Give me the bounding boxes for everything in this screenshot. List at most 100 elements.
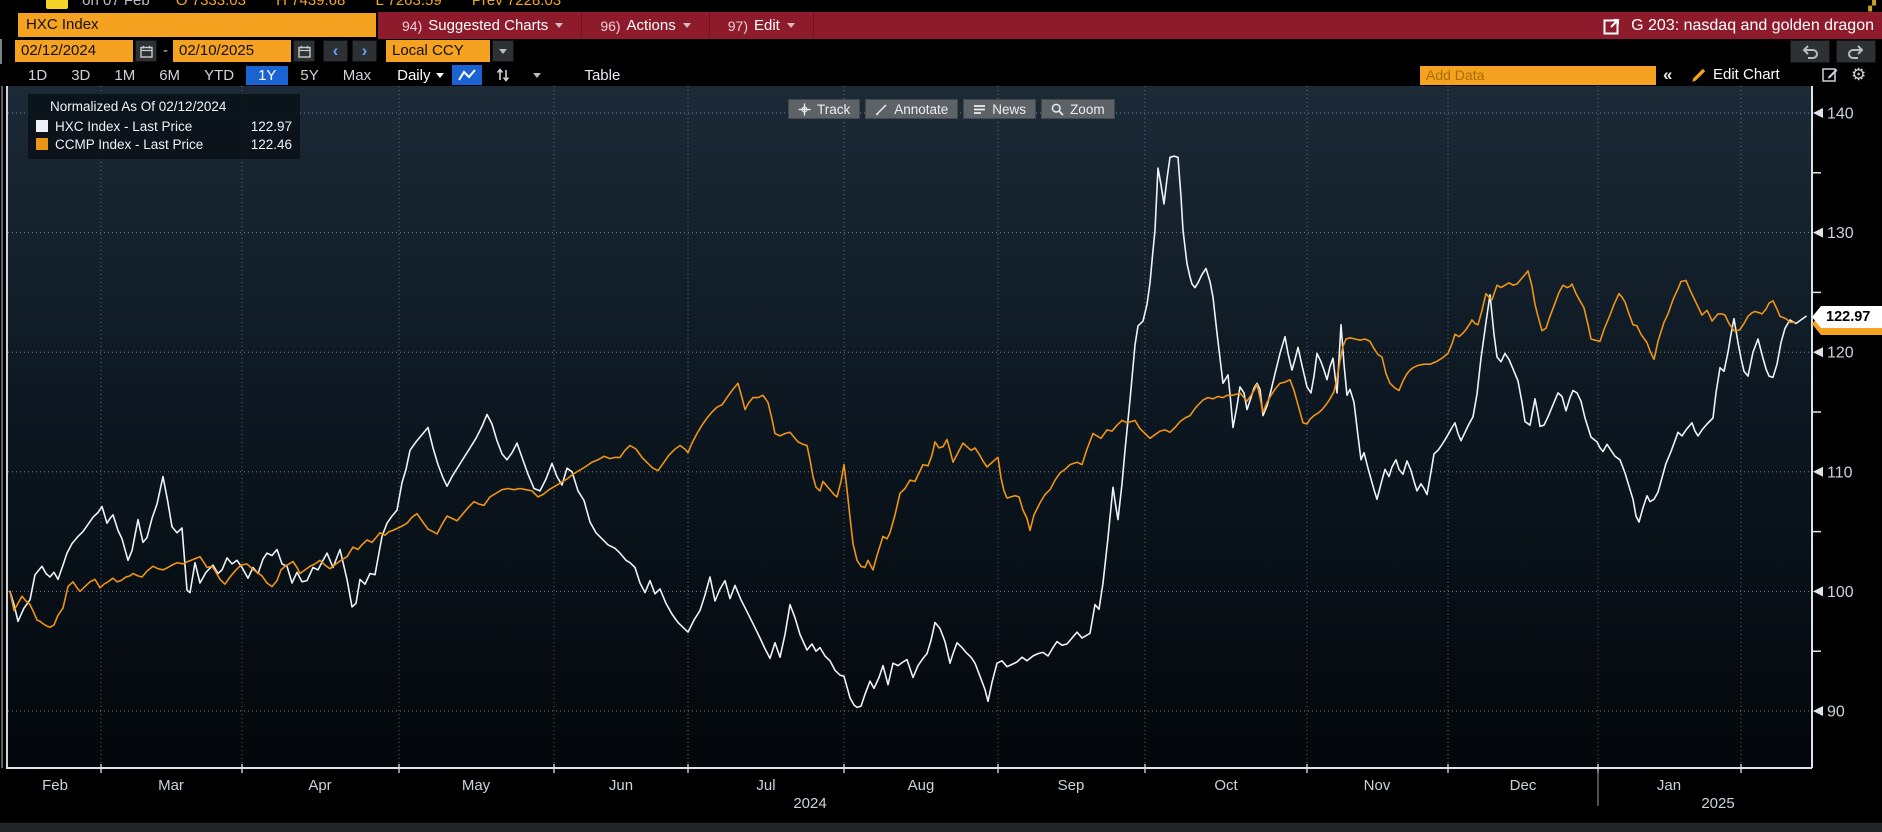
range-max[interactable]: Max (331, 66, 383, 85)
legend-row-ccmp[interactable]: CCMP Index - Last Price 122.46 (36, 135, 292, 153)
y-tick-arrow (1813, 467, 1823, 477)
redo-button[interactable] (1836, 40, 1876, 63)
undo-button[interactable] (1790, 40, 1830, 63)
gear-icon[interactable]: ⚙ (1851, 65, 1866, 85)
menu-actions[interactable]: 96) Actions (582, 12, 709, 39)
chart-note-icon[interactable] (1822, 67, 1839, 83)
range-6m[interactable]: 6M (147, 66, 192, 85)
x-axis-month-label: Feb (42, 777, 68, 794)
annotate-button[interactable]: Annotate (865, 99, 958, 119)
redo-icon (1847, 45, 1865, 59)
range-ytd[interactable]: YTD (192, 66, 246, 85)
security-input[interactable]: HXC Index (18, 13, 376, 37)
frequency-label: Daily (397, 67, 430, 84)
start-calendar-button[interactable] (135, 40, 157, 62)
zoom-label: Zoom (1070, 102, 1105, 117)
session-label: on 07 Feb (82, 0, 150, 9)
prev-value: Prev 7228.03 (472, 0, 561, 9)
legend-label: CCMP Index - Last Price (55, 137, 203, 152)
export-icon (1603, 17, 1621, 35)
chart-overlay-toolbar: Track Annotate News (788, 99, 1115, 119)
menu-bar: HXC Index 94) Suggested Charts 96) Actio… (0, 12, 1882, 39)
caret-down-icon (499, 49, 507, 54)
y-tick-arrow (1813, 706, 1823, 716)
menu-num: 96) (600, 18, 620, 34)
range-1d[interactable]: 1D (16, 66, 59, 85)
line-chart-type-button[interactable] (452, 65, 482, 85)
y-tick-arrow (1813, 108, 1823, 118)
menu-label: Suggested Charts (428, 17, 548, 34)
open-value: O 7333.03 (176, 0, 246, 9)
range-1m[interactable]: 1M (102, 66, 147, 85)
pencil-icon (1692, 68, 1706, 82)
edit-chart-button[interactable]: Edit Chart (1692, 64, 1780, 86)
y-axis-label: 140 (1827, 106, 1854, 123)
chart-legend: Normalized As Of 02/12/2024 HXC Index - … (28, 94, 300, 159)
undo-icon (1801, 45, 1819, 59)
end-date-input[interactable]: 02/10/2025 (173, 40, 291, 62)
currency-dropdown-button[interactable] (492, 40, 514, 62)
y-axis-label: 110 (1827, 464, 1853, 481)
x-axis-month-label: Sep (1058, 777, 1085, 794)
chart-canvas[interactable]: 90100110120130140FebMarAprMayJunJulAugSe… (0, 86, 1882, 822)
menu-label: Actions (627, 17, 676, 34)
date-bar: 02/12/2024 - 02/10/2025 ‹ › Local CC (0, 39, 1882, 64)
y-tick-arrow (1813, 586, 1823, 596)
chart-type-dropdown[interactable] (524, 65, 550, 85)
line-chart-icon (457, 68, 477, 82)
doc-title: G 203: nasdaq and golden dragon (1631, 17, 1874, 35)
end-calendar-button[interactable] (293, 40, 315, 62)
bloomberg-chart-window: on 07 Feb O 7333.03 H 7439.68 L 7263.59 … (0, 0, 1882, 832)
chevron-right-icon: › (362, 41, 368, 61)
x-axis-month-label: Jul (756, 777, 775, 794)
x-axis-month-label: Oct (1214, 777, 1238, 794)
chevron-down-icon (787, 23, 795, 28)
table-button[interactable]: Table (584, 67, 620, 84)
x-axis-month-label: Jun (609, 777, 633, 794)
news-label: News (992, 102, 1026, 117)
menu-num: 97) (728, 18, 748, 34)
y-axis-label: 100 (1827, 584, 1854, 601)
frequency-select[interactable]: Daily (397, 67, 444, 84)
caret-down-icon (436, 73, 444, 78)
legend-value: 122.97 (251, 119, 292, 134)
market-summary-bar: on 07 Feb O 7333.03 H 7439.68 L 7263.59 … (0, 0, 1882, 12)
chart-document-link[interactable]: G 203: nasdaq and golden dragon (1603, 12, 1874, 39)
x-axis-month-label: Nov (1364, 777, 1391, 794)
high-value: H 7439.68 (276, 0, 345, 9)
news-button[interactable]: News (963, 99, 1036, 119)
bottom-panel-edge (0, 822, 1882, 832)
chart-toolbar: 1D 3D 1M 6M YTD 1Y 5Y Max Daily (0, 64, 1882, 86)
x-axis-year-label: 2025 (1701, 795, 1734, 812)
menu-suggested-charts[interactable]: 94) Suggested Charts (384, 12, 582, 39)
currency-select[interactable]: Local CCY (386, 40, 490, 62)
start-date-input[interactable]: 02/12/2024 (15, 40, 133, 62)
prev-period-button[interactable]: ‹ (323, 40, 348, 62)
legend-label: HXC Index - Last Price (55, 119, 192, 134)
range-3d[interactable]: 3D (59, 66, 102, 85)
chart-panel: 90100110120130140FebMarAprMayJunJulAugSe… (0, 86, 1882, 822)
add-data-input[interactable]: Add Data (1420, 66, 1656, 85)
calendar-icon (298, 45, 311, 58)
track-button[interactable]: Track (788, 99, 860, 119)
date-range-dash: - (163, 40, 168, 62)
menu-label: Edit (754, 17, 780, 34)
hxc-swatch (36, 120, 48, 132)
track-label: Track (817, 102, 850, 117)
edit-chart-label: Edit Chart (1713, 64, 1780, 86)
collapse-panel-button[interactable]: « (1663, 64, 1672, 86)
y-axis-label: 90 (1827, 704, 1845, 721)
legend-row-hxc[interactable]: HXC Index - Last Price 122.97 (36, 117, 292, 135)
range-1y-active[interactable]: 1Y (246, 66, 288, 85)
menu-edit[interactable]: 97) Edit (710, 12, 814, 39)
menu-num: 94) (402, 18, 422, 34)
zoom-button[interactable]: Zoom (1041, 99, 1115, 119)
range-5y[interactable]: 5Y (288, 66, 330, 85)
calendar-icon (140, 45, 153, 58)
x-axis-year-label: 2024 (793, 795, 826, 812)
track-icon (798, 103, 811, 116)
hxc-price-value: 122.97 (1826, 309, 1870, 325)
next-period-button[interactable]: › (352, 40, 377, 62)
compare-sort-button[interactable] (490, 65, 516, 85)
low-value: L 7263.59 (376, 0, 442, 9)
